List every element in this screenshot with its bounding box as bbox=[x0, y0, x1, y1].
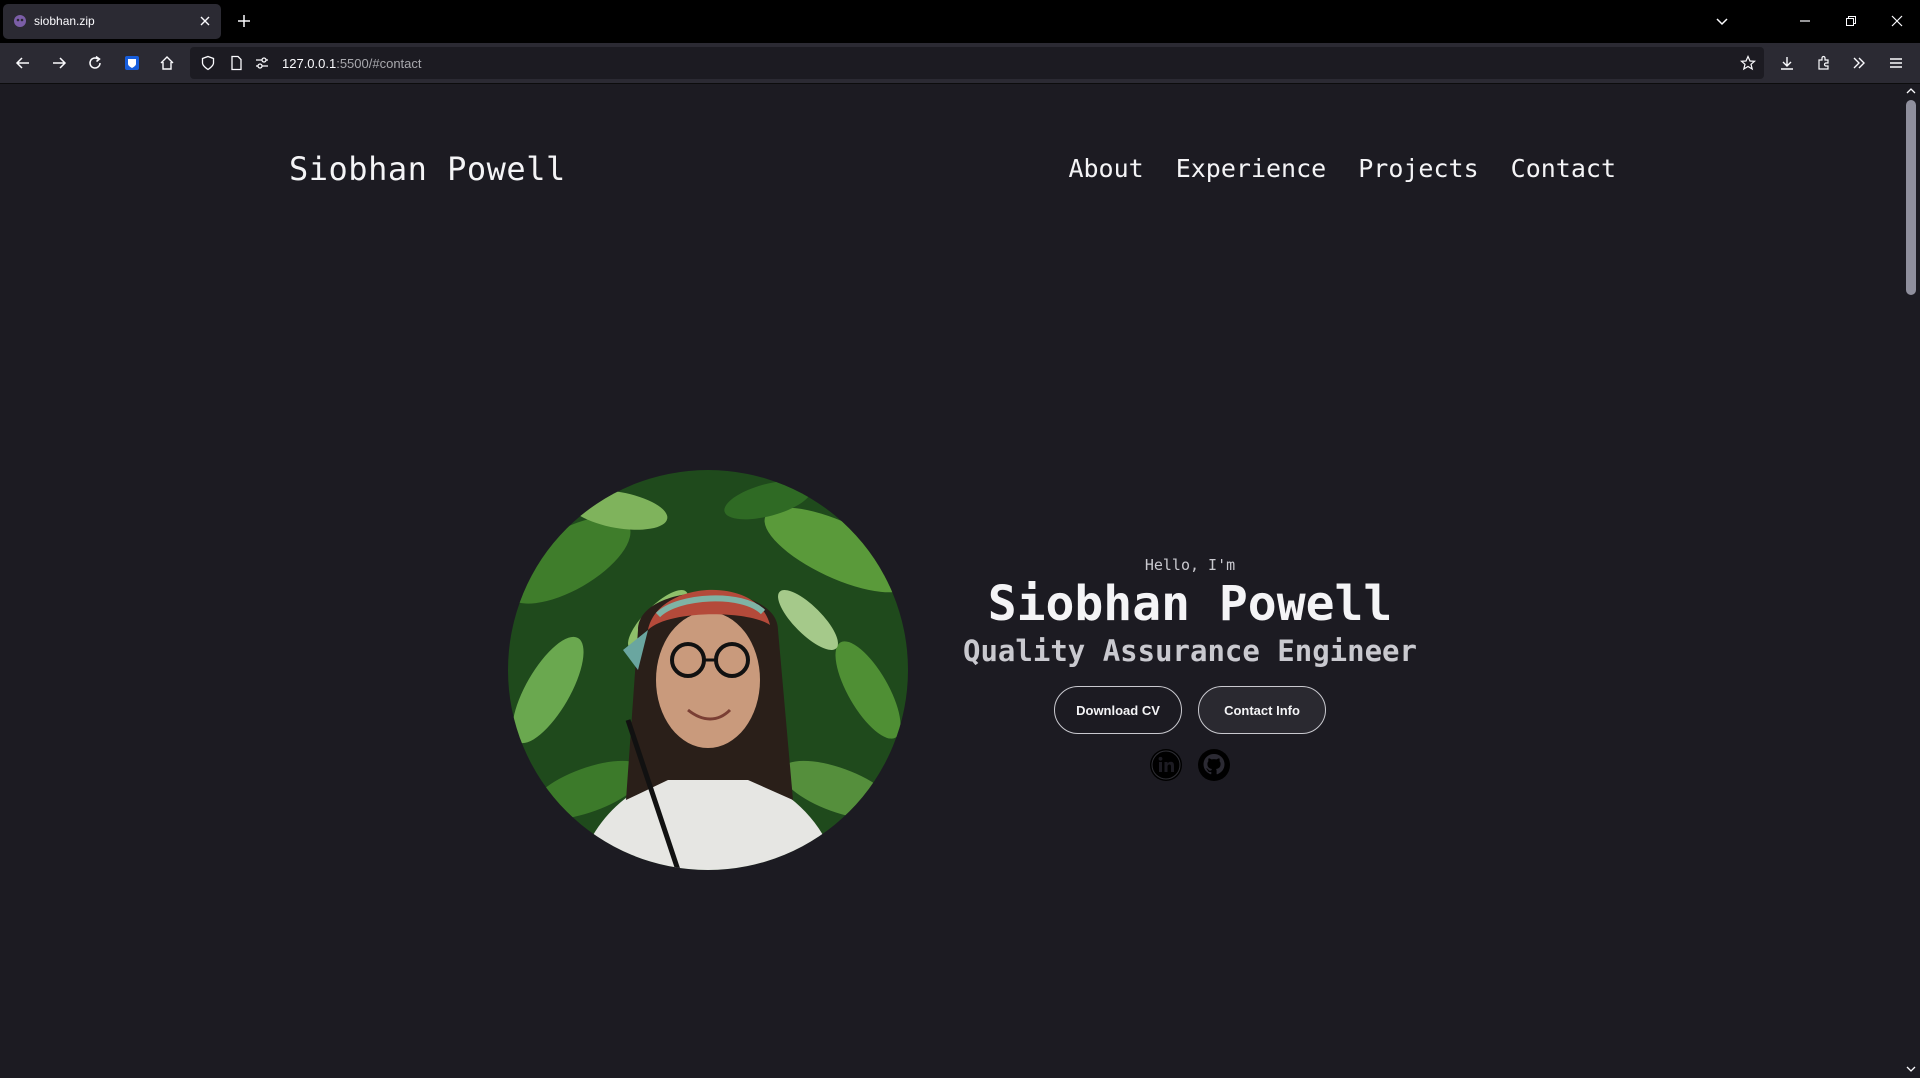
bitwarden-extension-icon[interactable] bbox=[124, 55, 140, 71]
site-brand[interactable]: Siobhan Powell bbox=[289, 150, 566, 188]
home-icon[interactable] bbox=[159, 55, 175, 71]
restore-icon[interactable] bbox=[1843, 13, 1859, 29]
social-links bbox=[960, 748, 1420, 782]
forward-icon[interactable] bbox=[51, 55, 67, 71]
nav-link-projects[interactable]: Projects bbox=[1358, 154, 1478, 183]
tab-strip: siobhan.zip bbox=[0, 0, 1920, 43]
scrollbar-thumb[interactable] bbox=[1906, 100, 1916, 295]
hero-section: Hello, I'm Siobhan Powell Quality Assura… bbox=[960, 556, 1420, 782]
contact-info-button[interactable]: Contact Info bbox=[1198, 686, 1326, 734]
nav-link-contact[interactable]: Contact bbox=[1511, 154, 1616, 183]
page-icon[interactable] bbox=[228, 55, 244, 71]
hero-role: Quality Assurance Engineer bbox=[963, 634, 1417, 668]
back-icon[interactable] bbox=[15, 55, 31, 71]
hero-name: Siobhan Powell bbox=[987, 576, 1393, 632]
page-scrollbar[interactable] bbox=[1902, 84, 1920, 1078]
close-tab-icon[interactable] bbox=[197, 13, 213, 29]
extensions-icon[interactable] bbox=[1816, 55, 1832, 71]
new-tab-icon[interactable] bbox=[236, 13, 252, 29]
more-tools-icon[interactable] bbox=[1851, 55, 1867, 71]
permissions-icon[interactable] bbox=[254, 55, 270, 71]
url-path: :5500/#contact bbox=[336, 56, 422, 71]
list-tabs-icon[interactable] bbox=[1714, 13, 1730, 29]
download-cv-button[interactable]: Download CV bbox=[1054, 686, 1182, 734]
close-window-icon[interactable] bbox=[1889, 13, 1905, 29]
page-viewport: Siobhan Powell About Experience Projects… bbox=[0, 84, 1902, 1078]
tab-title: siobhan.zip bbox=[34, 14, 95, 28]
navigation-toolbar: 127.0.0.1:5500/#contact bbox=[0, 43, 1920, 84]
active-tab[interactable]: siobhan.zip bbox=[3, 4, 221, 39]
profile-photo bbox=[508, 470, 908, 870]
hero-greeting: Hello, I'm bbox=[1144, 556, 1236, 574]
nav-link-about[interactable]: About bbox=[1068, 154, 1143, 183]
linkedin-icon[interactable] bbox=[1149, 748, 1183, 782]
scroll-down-icon[interactable] bbox=[1906, 1064, 1916, 1074]
url-text[interactable]: 127.0.0.1:5500/#contact bbox=[282, 56, 422, 71]
downloads-icon[interactable] bbox=[1779, 55, 1795, 71]
shield-icon[interactable] bbox=[200, 55, 216, 71]
menu-icon[interactable] bbox=[1888, 55, 1904, 71]
github-icon[interactable] bbox=[1197, 748, 1231, 782]
minimize-icon[interactable] bbox=[1797, 13, 1813, 29]
url-host: 127.0.0.1 bbox=[282, 56, 337, 71]
url-bar[interactable]: 127.0.0.1:5500/#contact bbox=[190, 47, 1764, 79]
favicon-icon bbox=[14, 15, 26, 27]
reload-icon[interactable] bbox=[87, 55, 103, 71]
site-nav: About Experience Projects Contact bbox=[1068, 154, 1616, 183]
hero-buttons: Download CV Contact Info bbox=[960, 686, 1420, 734]
scroll-up-icon[interactable] bbox=[1906, 86, 1916, 96]
bookmark-star-icon[interactable] bbox=[1740, 55, 1756, 71]
nav-link-experience[interactable]: Experience bbox=[1176, 154, 1327, 183]
